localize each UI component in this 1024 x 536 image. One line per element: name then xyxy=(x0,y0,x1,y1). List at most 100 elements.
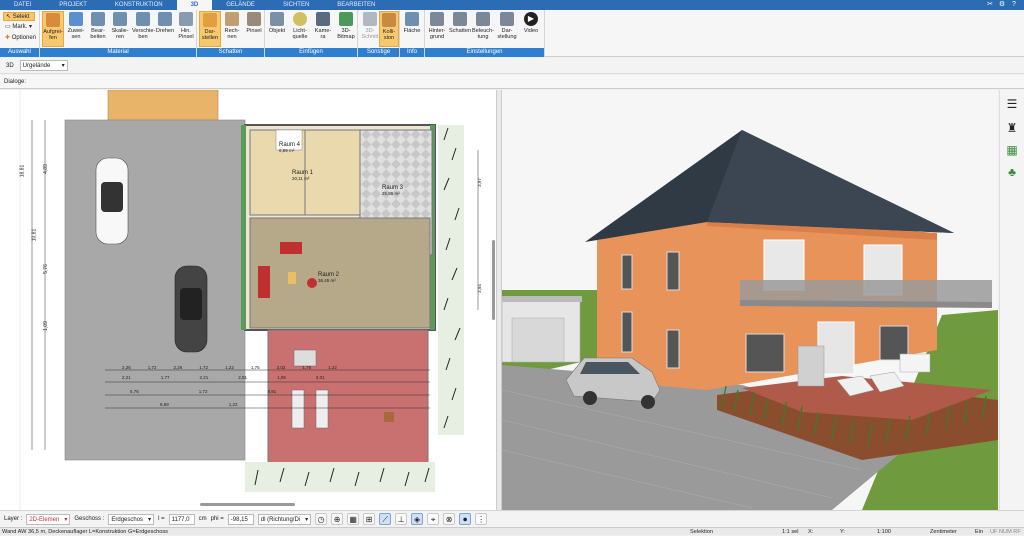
clock-icon[interactable]: ◷ xyxy=(315,513,328,525)
sofa xyxy=(280,242,302,254)
view-mode-label: 3D xyxy=(6,62,14,69)
3d-view[interactable] xyxy=(502,90,998,510)
floor-select[interactable]: Erdgeschos xyxy=(108,513,155,525)
group-auswahl: ↖ Selekt ▭ Mark. ▾ ✚ Optionen Auswahl xyxy=(0,10,40,57)
group-label-schatten: Schatten xyxy=(197,48,264,57)
group-label-sonstige: Sonstige xyxy=(358,48,399,57)
catch-icon[interactable]: ⊗ xyxy=(443,513,456,525)
balcony-railing xyxy=(740,280,992,302)
collision-icon xyxy=(382,13,396,27)
more-icon[interactable]: ⋮ xyxy=(475,513,488,525)
insert-bitmap-button[interactable]: 3D- Bitmap xyxy=(335,11,357,47)
record-icon[interactable]: ⏺ xyxy=(459,513,472,525)
texture-palette-icon[interactable]: ▦ xyxy=(1005,143,1019,157)
play-icon: ▶ xyxy=(524,12,538,26)
bottom-toolbar: Layer : 2D-Elemen Geschoss : Erdgeschos … xyxy=(0,510,1024,527)
tree-icon[interactable]: ♣ xyxy=(1005,165,1019,179)
group-info: Fläche Info xyxy=(400,10,425,57)
select-button[interactable]: ↖ Selekt xyxy=(3,12,35,21)
lighting-button[interactable]: Beleuch- tung xyxy=(472,11,494,47)
material-pick-button[interactable]: Aufgrei- fen xyxy=(42,11,64,47)
area-button[interactable]: Fläche xyxy=(401,11,423,47)
carport-roof xyxy=(107,90,219,121)
material-assign-button[interactable]: Zuwei- sen xyxy=(65,11,87,47)
house-shadow-icon xyxy=(453,12,467,26)
tab-3d[interactable]: 3D xyxy=(176,0,213,10)
status-bar: Wand AW 36,5 m, Deckenauflager L=Konstru… xyxy=(0,527,1024,535)
phi-input[interactable]: -98,15 xyxy=(227,513,254,525)
insert-light-button[interactable]: Licht- quelle xyxy=(289,11,311,47)
bucket-icon xyxy=(69,12,83,26)
grid-icon[interactable]: ▦ xyxy=(347,513,360,525)
eyedropper-icon xyxy=(46,13,60,27)
bulb-icon xyxy=(293,12,307,26)
plan-vertical-scrollbar[interactable] xyxy=(492,240,495,320)
shadow-show-button[interactable]: Dar- stellen xyxy=(199,11,221,47)
section-3d-button[interactable]: 3D- Schnitt xyxy=(359,11,381,47)
room-2-label: Raum 2 36,45 m² xyxy=(318,272,340,283)
driveway xyxy=(64,119,246,461)
planting-strip xyxy=(438,125,464,435)
room-2[interactable] xyxy=(249,217,431,329)
shadow-brush-button[interactable]: Pinsel xyxy=(243,11,265,47)
dim-label: 1,09 xyxy=(42,321,49,331)
material-edit-button[interactable]: Bear- beiten xyxy=(87,11,109,47)
tab-bearbeiten[interactable]: BEARBEITEN xyxy=(323,0,389,10)
room-1[interactable] xyxy=(304,129,361,216)
length-input[interactable]: 1177,0 xyxy=(168,513,195,525)
ortho-icon[interactable]: ⊥ xyxy=(395,513,408,525)
collision-button[interactable]: Kolli- sion xyxy=(379,11,399,47)
snap-icon[interactable]: ⊕ xyxy=(331,513,344,525)
plan-horizontal-scrollbar[interactable] xyxy=(200,503,295,506)
display-button[interactable]: Dar- stellung xyxy=(496,11,518,47)
shadow-calc-button[interactable]: Rech- nen xyxy=(221,11,243,47)
terrain-select[interactable]: Urgelände xyxy=(19,60,68,71)
tab-datei[interactable]: DATEI xyxy=(0,0,45,10)
tab-projekt[interactable]: PROJEKT xyxy=(45,0,101,10)
room-4-label: Raum 4 6,89 m² xyxy=(279,142,301,153)
material-move-button[interactable]: Verschie- ben xyxy=(132,11,155,47)
settings-icon[interactable]: ⚙ xyxy=(998,1,1006,9)
chair-icon[interactable]: ♜ xyxy=(1005,121,1019,135)
tab-gelaende[interactable]: GELÄNDE xyxy=(212,0,269,10)
brush-icon xyxy=(247,12,261,26)
group-einstellungen: Hinter- grund Schatten Beleuch- tung Dar… xyxy=(425,10,545,57)
reference-icon[interactable]: ⌖ xyxy=(427,513,440,525)
layer-visibility-icon[interactable]: ◈ xyxy=(411,513,424,525)
group-label-material: Material xyxy=(40,48,196,57)
dim-row: 2,26 1,72 2,26 1,72 1,22 1,76 2,02 1,76 1,22 xyxy=(122,365,337,370)
3d-rendering xyxy=(502,90,998,510)
insert-object-button[interactable]: Objekt xyxy=(266,11,288,47)
floor-plan-view[interactable]: Raum 4 6,89 m² Raum 1 20,11 m² Raum 3 25,95… xyxy=(0,90,496,510)
tab-sichten[interactable]: SICHTEN xyxy=(269,0,323,10)
material-rotate-button[interactable]: Drehen xyxy=(154,11,176,47)
monitor-icon xyxy=(500,12,514,26)
rotate-icon xyxy=(158,12,172,26)
help-icon[interactable]: ? xyxy=(1010,1,1018,9)
grid-snap-icon[interactable]: ⊞ xyxy=(363,513,376,525)
dim-label: 18,81 xyxy=(19,164,26,178)
dim-label: 4,89 xyxy=(42,164,49,174)
video-button[interactable]: ▶ Video xyxy=(520,11,542,47)
draw-mode-icon[interactable]: ⟋ xyxy=(379,513,392,525)
material-scale-button[interactable]: Skalie- ren xyxy=(109,11,131,47)
shadow-settings-button[interactable]: Schatten xyxy=(449,11,471,47)
tab-konstruktion[interactable]: KONSTRUKTION xyxy=(101,0,177,10)
tools-icon[interactable]: ✂ xyxy=(986,1,994,9)
dim-label: 3,97 xyxy=(476,178,482,187)
brush-button[interactable]: Hin. Pinsel xyxy=(175,11,197,47)
mark-button[interactable]: ▭ Mark. ▾ xyxy=(3,23,32,32)
options-button[interactable]: ✚ Optionen xyxy=(3,34,36,43)
background-button[interactable]: Hinter- grund xyxy=(426,11,448,47)
direction-select[interactable]: dl (Richtung/Di xyxy=(257,513,312,525)
group-sonstige: 3D- Schnitt Kolli- sion Sonstige xyxy=(358,10,400,57)
insert-camera-button[interactable]: Kame- ra xyxy=(312,11,334,47)
armchair xyxy=(258,266,270,298)
section-icon xyxy=(363,12,377,26)
layers-icon[interactable]: ☰ xyxy=(1005,97,1019,111)
layer-select[interactable]: 2D-Elemen xyxy=(26,513,71,525)
room-1-label: Raum 1 20,11 m² xyxy=(292,170,314,181)
move-icon xyxy=(136,12,150,26)
dialog-bar: Dialoge: xyxy=(0,75,1024,89)
texture-edit-icon xyxy=(91,12,105,26)
